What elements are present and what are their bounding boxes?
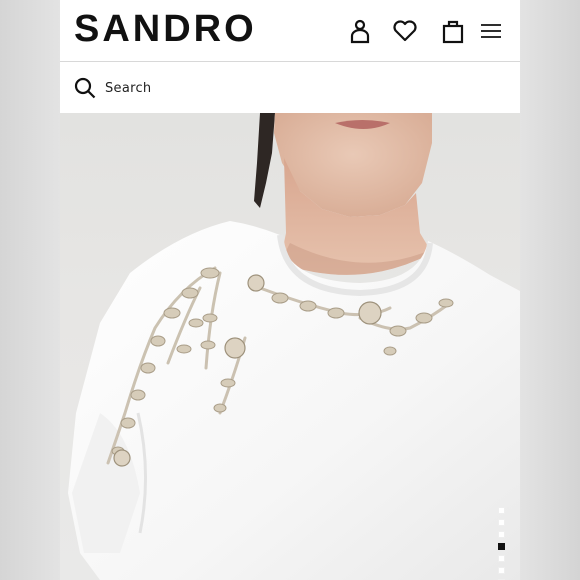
search-input[interactable]	[105, 73, 485, 103]
brand-logo[interactable]: SANDRO	[74, 9, 257, 49]
menu-hamburger-icon[interactable]	[477, 17, 505, 45]
carousel-dot[interactable]	[498, 567, 505, 574]
top-header: SANDRO	[60, 0, 520, 62]
product-image[interactable]	[60, 113, 520, 580]
shopping-bag-icon[interactable]	[439, 17, 467, 45]
right-backdrop	[520, 0, 580, 580]
left-backdrop	[0, 0, 60, 580]
account-icon[interactable]	[346, 17, 374, 45]
product-photo	[68, 113, 520, 580]
carousel-dot-active[interactable]	[498, 543, 505, 550]
carousel-dot[interactable]	[498, 519, 505, 526]
search-bar[interactable]	[60, 63, 520, 113]
mobile-app-screen: SANDRO	[60, 0, 520, 580]
search-icon[interactable]	[74, 77, 96, 99]
image-carousel-indicator	[498, 507, 506, 580]
carousel-dot[interactable]	[498, 555, 505, 562]
carousel-dot[interactable]	[498, 531, 505, 538]
carousel-dot[interactable]	[498, 507, 505, 514]
wishlist-heart-icon[interactable]	[391, 17, 419, 45]
